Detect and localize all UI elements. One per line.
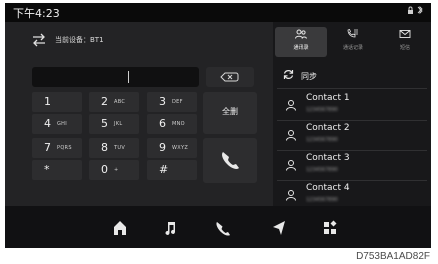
contact-list-item[interactable]: Contact 3 1234567890 [273, 151, 431, 179]
backspace-button[interactable] [206, 67, 254, 87]
status-time: 下午4:23 [13, 7, 60, 20]
dial-key-letters: TUV [114, 145, 126, 151]
dial-key-digit: 7 [44, 141, 51, 154]
tab-label: 短信 [399, 45, 410, 51]
dial-key-digit: 3 [159, 95, 166, 108]
dial-key-digit: 4 [44, 117, 51, 130]
music-icon[interactable] [160, 218, 180, 238]
home-icon[interactable] [110, 218, 130, 238]
dial-key[interactable]: 6 MNO [147, 114, 197, 134]
figure-code: D753BA1AD82F [356, 251, 430, 262]
sync-button[interactable]: 同步 [273, 67, 431, 87]
dial-key-letters: + [114, 167, 119, 173]
phone-call-icon [222, 152, 239, 169]
dial-key-letters: MNO [172, 121, 185, 127]
dial-key-letters: JKL [114, 121, 123, 127]
text-cursor [128, 71, 129, 83]
contact-number: 1234567890 [306, 167, 338, 173]
dial-key[interactable]: 2 ABC [89, 92, 139, 112]
dial-key[interactable]: 7 PQRS [32, 138, 82, 158]
dial-key[interactable]: * [32, 160, 82, 180]
person-icon [286, 130, 296, 141]
switch-device-icon[interactable] [31, 33, 47, 51]
phone-icon[interactable] [212, 218, 232, 238]
dial-key-digit: 5 [101, 117, 108, 130]
bottom-nav-bar [5, 206, 431, 248]
dial-key-digit: 6 [159, 117, 166, 130]
dial-key-digit: 8 [101, 141, 108, 154]
dial-key[interactable]: 0 + [89, 160, 139, 180]
lock-icon [408, 5, 423, 15]
dial-key[interactable]: # [147, 160, 197, 180]
dial-key[interactable]: 4 GHI [32, 114, 82, 134]
dial-key[interactable]: 8 TUV [89, 138, 139, 158]
tab-contacts[interactable]: 通讯录 [275, 27, 327, 57]
sync-icon [283, 69, 294, 83]
dial-key-digit: # [159, 163, 169, 176]
status-icons [407, 5, 425, 18]
dial-key-digit: 1 [44, 95, 51, 108]
contact-list-item[interactable]: Contact 1 1234567890 [273, 91, 431, 119]
call-button[interactable] [203, 138, 257, 183]
tab-call-log[interactable]: 通话记录 [327, 27, 379, 57]
dial-key-digit: 0 [101, 163, 108, 176]
dial-key-letters: DEF [172, 99, 183, 105]
dial-key[interactable]: 1 [32, 92, 82, 112]
message-icon [379, 29, 431, 42]
contact-number: 1234567890 [306, 197, 338, 203]
call-log-icon [327, 29, 379, 42]
dial-key[interactable]: 5 JKL [89, 114, 139, 134]
person-icon [286, 100, 296, 111]
contact-name: Contact 3 [306, 153, 350, 163]
person-icon [286, 190, 296, 201]
dial-key-letters: PQRS [57, 145, 72, 151]
dial-key-letters: ABC [114, 99, 126, 105]
dial-key[interactable]: 9 WXYZ [147, 138, 197, 158]
status-bar: 下午4:23 [5, 3, 431, 22]
phone-screen: 下午4:23 当前设备：BT1 1 2 ABC 3 DEF 4 GHI 5 JKL 6 MNO 7 PQ… [5, 3, 431, 248]
contact-name: Contact 4 [306, 183, 350, 193]
navigation-icon[interactable] [269, 218, 289, 238]
person-icon [286, 160, 296, 171]
dial-key-letters: GHI [57, 121, 68, 127]
dial-key-digit: 2 [101, 95, 108, 108]
apps-icon[interactable] [321, 218, 341, 238]
tab-messages[interactable]: 短信 [379, 27, 431, 57]
dial-key-digit: 9 [159, 141, 166, 154]
contact-number: 1234567890 [306, 107, 338, 113]
contact-name: Contact 1 [306, 93, 350, 103]
dial-key-digit: * [44, 163, 50, 176]
current-device-label: 当前设备：BT1 [55, 36, 104, 44]
contact-number: 1234567890 [306, 137, 338, 143]
clear-all-label: 全删 [222, 107, 238, 116]
dial-number-input[interactable] [32, 67, 199, 87]
dial-key-letters: WXYZ [172, 145, 189, 151]
dial-key[interactable]: 3 DEF [147, 92, 197, 112]
tab-label: 通话记录 [342, 45, 363, 51]
backspace-icon [220, 72, 239, 82]
sync-label: 同步 [301, 72, 317, 81]
contact-list-item[interactable]: Contact 2 1234567890 [273, 121, 431, 149]
contact-list-item[interactable]: Contact 4 1234567890 [273, 181, 431, 209]
tab-label: 通讯录 [293, 45, 309, 51]
contact-name: Contact 2 [306, 123, 350, 133]
clear-all-button[interactable]: 全删 [203, 92, 257, 134]
contacts-icon [275, 29, 327, 42]
divider [277, 88, 427, 89]
